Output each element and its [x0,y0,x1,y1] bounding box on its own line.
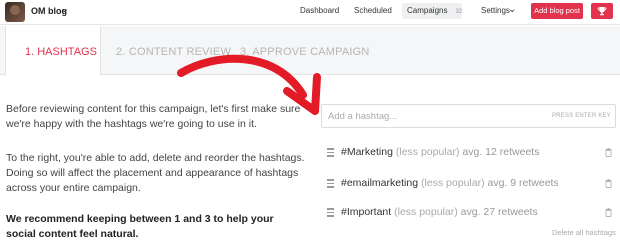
hashtag-popularity: (less popular) [395,146,460,158]
hashtag-popularity: (less popular) [394,206,458,218]
add-blog-post-button[interactable]: Add blog post [531,3,583,19]
avatar[interactable] [5,2,25,22]
chevron-down-icon[interactable]: ⌄ [60,4,68,15]
hashtag-name: #Important [341,206,392,218]
drag-handle-icon[interactable] [327,208,334,219]
hashtag-input[interactable] [328,109,548,124]
campaigns-count-badge: 32 [455,9,463,15]
hashtag-row[interactable]: #Important (less popular) avg. 27 retwee… [327,206,616,221]
trash-icon[interactable] [605,208,612,217]
recommendation-text: We recommend keeping between 1 and 3 to … [6,213,274,240]
nav-campaigns[interactable]: Campaigns 32 [402,3,462,19]
nav-scheduled[interactable]: Scheduled [354,6,392,15]
chevron-down-icon[interactable]: ⌄ [508,4,516,15]
hashtag-average: avg. 9 retweets [487,177,559,189]
nav-settings[interactable]: Settings [481,6,510,15]
trash-icon[interactable] [605,179,612,188]
intro-paragraph-1: Before reviewing content for this campai… [6,103,301,130]
trophy-button[interactable] [591,3,613,19]
trophy-icon [597,7,607,16]
nav-dashboard[interactable]: Dashboard [300,6,339,15]
hashtag-input-box: PRESS ENTER KEY [321,104,616,128]
nav-campaigns-label: Campaigns [407,6,448,15]
hashtag-row[interactable]: #Marketing (less popular) avg. 12 retwee… [327,146,616,161]
hashtag-average: avg. 12 retweets [462,146,540,158]
top-navigation-bar: OM blog ⌄ Dashboard Scheduled Campaigns 3… [0,0,620,25]
trash-icon[interactable] [605,148,612,157]
drag-handle-icon[interactable] [327,148,334,159]
hashtag-average: avg. 27 retweets [460,206,538,218]
hashtag-popularity: (less popular) [420,177,485,189]
tab-hashtags-label: 1. HASHTAGS [25,46,97,58]
press-enter-hint: PRESS ENTER KEY [551,113,611,119]
delete-all-hashtags-link[interactable]: Delete all hashtags [552,228,616,237]
intro-paragraph-2: To the right, you're able to add, delete… [6,152,305,194]
hashtag-name: #emailmarketing [341,177,419,189]
hashtag-name: #Marketing [341,146,393,158]
hashtag-row[interactable]: #emailmarketing (less popular) avg. 9 re… [327,177,616,192]
drag-handle-icon[interactable] [327,179,334,190]
tab-hashtags[interactable]: 1. HASHTAGS [5,26,101,76]
